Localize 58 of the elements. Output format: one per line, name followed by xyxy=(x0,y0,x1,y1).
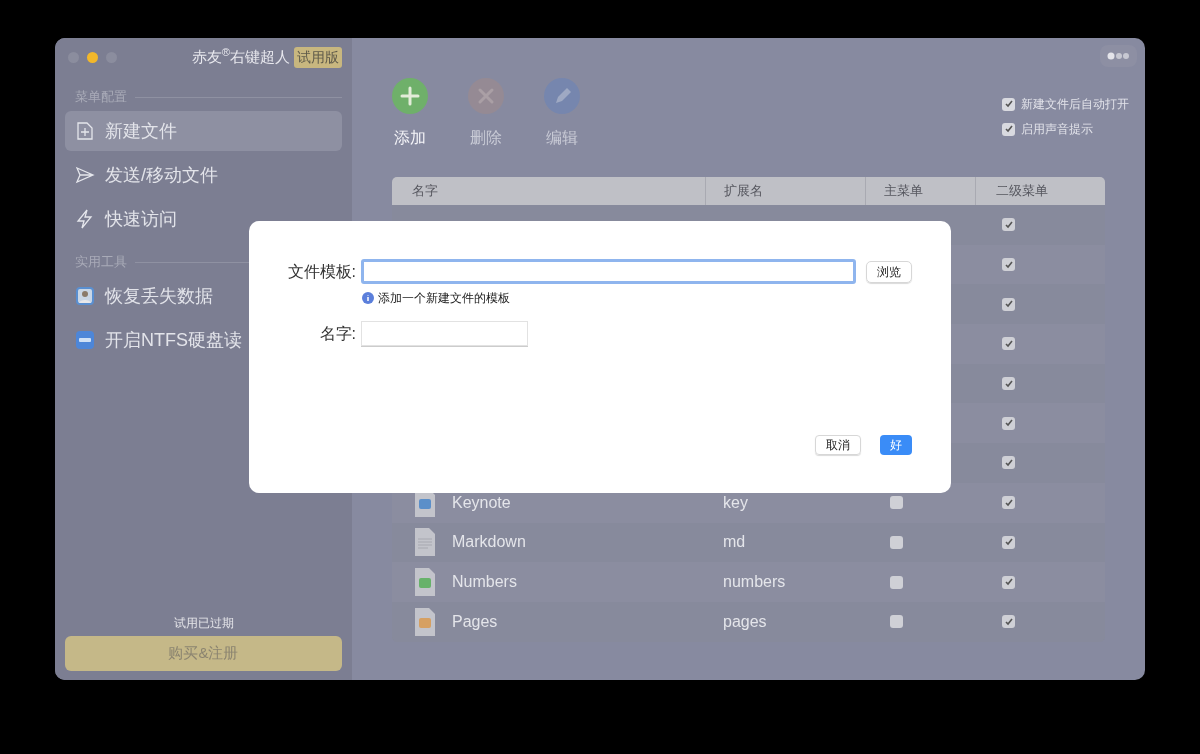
file-extension: key xyxy=(723,494,748,511)
checkbox[interactable] xyxy=(1002,218,1015,232)
file-name: Pages xyxy=(452,613,498,630)
checkbox[interactable] xyxy=(1002,258,1015,272)
sidebar-item[interactable]: 发送/移动文件 xyxy=(65,155,342,195)
checkbox[interactable] xyxy=(1002,535,1015,549)
file-icon xyxy=(414,606,436,637)
name-field[interactable] xyxy=(361,321,528,346)
cross-icon xyxy=(468,78,504,114)
plus-icon xyxy=(392,78,428,114)
toolbar-button[interactable]: 添加 xyxy=(392,78,428,150)
template-field[interactable] xyxy=(361,259,856,284)
file-icon xyxy=(414,527,436,558)
file-name: Numbers xyxy=(452,574,517,591)
bolt-icon xyxy=(75,209,95,229)
checkbox[interactable] xyxy=(1002,97,1015,111)
checkbox[interactable] xyxy=(890,615,903,629)
cancel-button[interactable]: 取消 xyxy=(815,435,861,455)
field-label: 文件模板: xyxy=(286,261,356,282)
trial-expired-note: 试用已过期 xyxy=(173,615,234,632)
info-icon xyxy=(362,292,374,304)
checkbox[interactable] xyxy=(1002,416,1015,430)
buy-register-button[interactable]: 购买&注册 xyxy=(65,636,342,671)
field-hint: 添加一个新建文件的模板 xyxy=(378,290,510,307)
file-extension: md xyxy=(723,534,746,551)
option-label: 新建文件后自动打开 xyxy=(1021,96,1129,113)
app-title: 赤友$^{®}$右键超人 xyxy=(191,45,290,67)
checkbox[interactable] xyxy=(1002,377,1015,391)
checkbox[interactable] xyxy=(890,575,903,589)
browse-button[interactable]: 浏览 xyxy=(866,260,912,283)
checkbox[interactable] xyxy=(1002,456,1015,470)
more-button[interactable] xyxy=(1100,45,1137,67)
trial-tag: 试用版 xyxy=(294,46,342,68)
sidebar-item[interactable]: 新建文件 xyxy=(65,111,342,151)
sidebar-item[interactable]: 快速访问 xyxy=(65,199,342,239)
checkbox[interactable] xyxy=(1002,122,1015,136)
checkbox[interactable] xyxy=(1002,337,1015,351)
checkbox[interactable] xyxy=(1002,297,1015,311)
column-header[interactable]: 名字 xyxy=(392,177,705,205)
checkbox[interactable] xyxy=(890,496,903,510)
checkbox[interactable] xyxy=(1002,615,1015,629)
send-icon xyxy=(75,165,95,185)
checkbox[interactable] xyxy=(890,535,903,549)
field-label: 名字: xyxy=(318,323,356,344)
more-icon xyxy=(1106,52,1131,60)
file-name: Markdown xyxy=(452,534,526,551)
pencil-icon xyxy=(544,78,580,114)
option-label: 启用声音提示 xyxy=(1021,121,1093,138)
ok-button[interactable]: 好 xyxy=(880,435,912,455)
file-name: Keynote xyxy=(452,494,511,511)
file-icon xyxy=(414,567,436,598)
app-icon xyxy=(75,286,95,306)
file-extension: pages xyxy=(723,613,767,630)
file-plus-icon xyxy=(75,121,95,141)
checkbox[interactable] xyxy=(1002,496,1015,510)
file-extension: numbers xyxy=(723,574,786,591)
disk-app-icon xyxy=(75,330,95,350)
checkbox[interactable] xyxy=(1002,575,1015,589)
